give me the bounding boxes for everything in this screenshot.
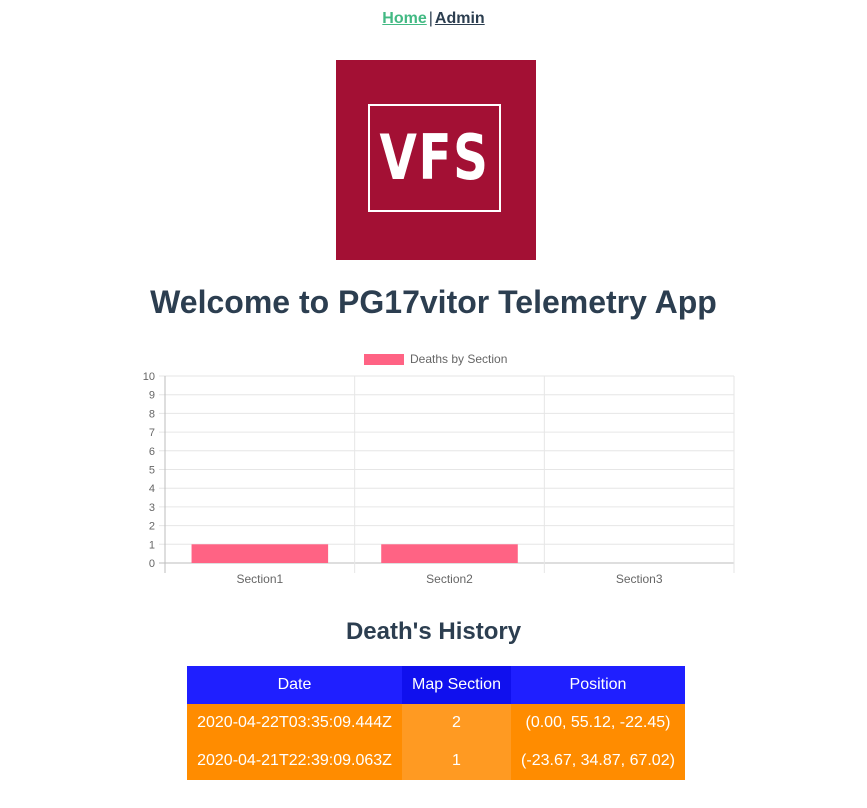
y-tick-label: 4	[149, 483, 155, 495]
y-tick-label: 7	[149, 427, 155, 439]
table-row: 2020-04-22T03:35:09.444Z 2 (0.00, 55.12,…	[187, 704, 685, 742]
column-header-position: Position	[511, 666, 685, 704]
x-tick-label: Section3	[616, 572, 663, 586]
table-header-row: Date Map Section Position	[187, 666, 685, 704]
y-tick-label: 5	[149, 465, 155, 477]
top-nav: Home | Admin	[0, 10, 867, 28]
legend-swatch	[364, 354, 404, 365]
table-row: 2020-04-21T22:39:09.063Z 1 (-23.67, 34.8…	[187, 742, 685, 780]
vfs-logo: VFS	[336, 60, 536, 260]
y-tick-label: 0	[149, 558, 155, 570]
cell-date: 2020-04-22T03:35:09.444Z	[187, 704, 402, 742]
page-title: Welcome to PG17vitor Telemetry App	[150, 284, 717, 320]
bar	[191, 544, 329, 563]
column-header-date: Date	[187, 666, 402, 704]
column-header-map-section: Map Section	[402, 666, 511, 704]
cell-map-section: 2	[402, 704, 511, 742]
y-tick-label: 10	[143, 371, 155, 383]
bar	[381, 544, 518, 563]
cell-map-section: 1	[402, 742, 511, 780]
nav-separator: |	[428, 10, 433, 27]
x-tick-label: Section1	[236, 572, 283, 586]
history-title: Death's History	[345, 618, 522, 645]
y-tick-label: 3	[149, 502, 155, 514]
cell-position: (0.00, 55.12, -22.45)	[511, 704, 685, 742]
legend-label: Deaths by Section	[410, 352, 507, 366]
death-history-table: Date Map Section Position 2020-04-22T03:…	[187, 666, 685, 780]
logo-frame: VFS	[368, 104, 501, 212]
y-tick-label: 6	[149, 446, 155, 458]
cell-position: (-23.67, 34.87, 67.02)	[511, 742, 685, 780]
logo-text: VFS	[379, 121, 490, 194]
y-tick-label: 9	[149, 390, 155, 402]
admin-link[interactable]: Admin	[435, 10, 485, 27]
y-tick-label: 1	[149, 539, 155, 551]
y-tick-label: 8	[149, 408, 155, 420]
cell-date: 2020-04-21T22:39:09.063Z	[187, 742, 402, 780]
x-tick-label: Section2	[426, 572, 473, 586]
y-tick-label: 2	[149, 521, 155, 533]
deaths-by-section-chart: Deaths by Section 0 1 2 3 4 5 6 7 8 9 10 Section1 Sec…	[143, 352, 735, 586]
home-link[interactable]: Home	[382, 10, 426, 27]
